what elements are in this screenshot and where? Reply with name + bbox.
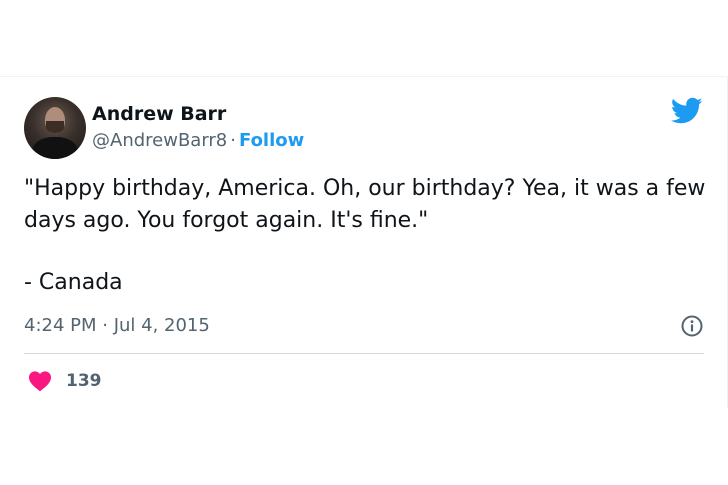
tweet-header: Andrew Barr @AndrewBarr8 · Follow bbox=[24, 97, 304, 159]
tweet-text: "Happy birthday, America. Oh, our birthd… bbox=[24, 173, 714, 299]
avatar-body bbox=[32, 137, 78, 159]
avatar-beard bbox=[46, 121, 64, 133]
author-handle[interactable]: @AndrewBarr8 bbox=[92, 130, 227, 151]
author-display-name[interactable]: Andrew Barr bbox=[92, 102, 304, 126]
tweet-meta-row: 4:24 PM · Jul 4, 2015 bbox=[24, 313, 704, 339]
separator-dot: · bbox=[230, 130, 236, 151]
twitter-bird-icon[interactable] bbox=[671, 97, 703, 125]
heart-icon[interactable] bbox=[28, 370, 52, 392]
author-handle-row: @AndrewBarr8 · Follow bbox=[92, 128, 304, 154]
likes-row: 139 bbox=[28, 367, 102, 395]
author-info: Andrew Barr @AndrewBarr8 · Follow bbox=[92, 102, 304, 154]
tweet-text-signature: - Canada bbox=[24, 270, 123, 295]
tweet-card: Andrew Barr @AndrewBarr8 · Follow "Happy b… bbox=[0, 76, 728, 408]
avatar[interactable] bbox=[24, 97, 86, 159]
tweet-timestamp[interactable]: 4:24 PM · Jul 4, 2015 bbox=[24, 313, 210, 339]
tweet-text-quote: "Happy birthday, America. Oh, our birthd… bbox=[24, 176, 706, 233]
divider bbox=[24, 353, 704, 354]
page: Andrew Barr @AndrewBarr8 · Follow "Happy b… bbox=[0, 0, 728, 485]
follow-button[interactable]: Follow bbox=[239, 130, 304, 151]
likes-count[interactable]: 139 bbox=[66, 369, 102, 393]
info-icon[interactable] bbox=[680, 314, 704, 338]
